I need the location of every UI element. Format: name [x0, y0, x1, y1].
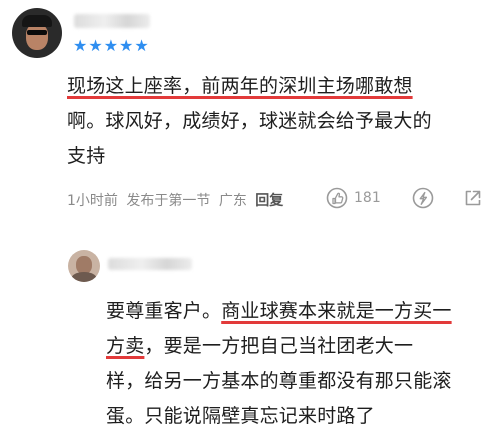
highlighted-text: 商业球赛本来就是一方买一: [221, 300, 452, 322]
comment-body: 要尊重客户。商业球赛本来就是一方买一 方卖，要是一方把自己当社团老大一 样，给另一方…: [106, 294, 496, 434]
comment-item: ★★★★★ 现场这上座率，前两年的深圳主场哪敢想 啊。球风好，成绩好，球迷就会给予…: [0, 0, 500, 232]
comment-line: 啊。球风好，成绩好，球迷就会给予最大的: [67, 104, 487, 139]
wechat-icon: [412, 187, 434, 209]
comment-text: 蛋。只能说隔壁真忘记来时路了: [106, 405, 375, 427]
comment-line: 蛋。只能说隔壁真忘记来时路了: [106, 399, 496, 434]
like-count: 181: [354, 190, 381, 206]
avatar-sunglasses: [27, 30, 47, 35]
highlighted-text: 现场这上座率，前两年的深圳主场哪敢想: [67, 75, 413, 97]
thumb-up-icon: [326, 187, 348, 209]
comment-text: 样，给另一方基本的尊重都没有那只能滚: [106, 370, 452, 392]
rating-stars: ★★★★★: [73, 36, 150, 55]
username-blurred[interactable]: [74, 14, 150, 28]
share-wechat-button[interactable]: [412, 186, 434, 210]
comment-body: 现场这上座率，前两年的深圳主场哪敢想 啊。球风好，成绩好，球迷就会给予最大的 支持: [67, 69, 487, 174]
avatar-cap: [22, 15, 52, 27]
comment-line: 现场这上座率，前两年的深圳主场哪敢想: [67, 69, 487, 104]
comment-text: 支持: [67, 145, 106, 167]
share-button[interactable]: [462, 186, 484, 210]
reply-button[interactable]: 回复: [255, 193, 283, 209]
avatar[interactable]: [12, 8, 62, 58]
share-icon: [462, 187, 484, 209]
comment-time: 1小时前: [67, 193, 118, 209]
comment-location: 广东: [218, 193, 247, 209]
comment-line: 要尊重客户。商业球赛本来就是一方买一: [106, 294, 496, 329]
comment-line: 支持: [67, 139, 487, 174]
comment-meta: 1小时前 发布于第一节 广东 回复: [67, 190, 287, 210]
comment-text: ，要是一方把自己当社团老大一: [144, 335, 414, 357]
comment-text: 要尊重客户。: [106, 300, 222, 322]
comment-source: 发布于第一节: [126, 193, 211, 209]
avatar-shoulder: [71, 272, 97, 282]
username-blurred[interactable]: [108, 258, 192, 270]
highlighted-text: 方卖: [106, 335, 145, 357]
comment-line: 样，给另一方基本的尊重都没有那只能滚: [106, 364, 496, 399]
avatar[interactable]: [68, 250, 100, 282]
avatar-face: [26, 24, 48, 50]
comment-text: 啊。球风好，成绩好，球迷就会给予最大的: [67, 110, 432, 132]
like-button[interactable]: 181: [326, 186, 381, 210]
reply-item: 要尊重客户。商业球赛本来就是一方买一 方卖，要是一方把自己当社团老大一 样，给另一方…: [0, 244, 500, 440]
comment-line: 方卖，要是一方把自己当社团老大一: [106, 329, 496, 364]
